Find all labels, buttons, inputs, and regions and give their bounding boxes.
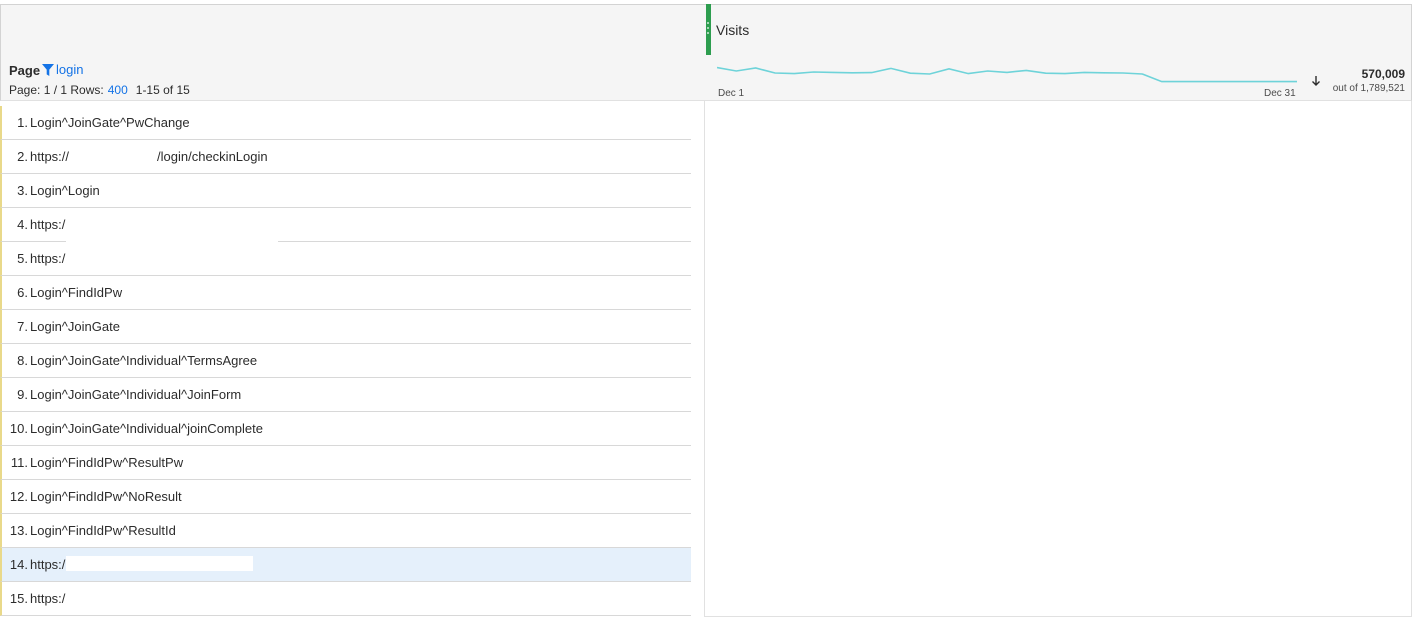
row-label[interactable]: Login^Login: [30, 183, 100, 198]
table-row[interactable]: 2. https:// /login/checkinLogin: [0, 140, 691, 174]
row-label-suffix: /login/checkinLogin: [157, 149, 268, 164]
row-label[interactable]: Login^FindIdPw^NoResult: [30, 489, 182, 504]
row-number: 6.: [17, 285, 28, 300]
table-row[interactable]: 3. Login^Login: [0, 174, 691, 208]
row-label-text: https:/: [30, 557, 66, 572]
table-row[interactable]: 14. https:/: [0, 548, 691, 582]
filter-text[interactable]: login: [56, 62, 83, 77]
row-range: 1-15 of 15: [135, 83, 190, 97]
sparkline-start-label: Dec 1: [718, 88, 745, 99]
metric-title: Visits: [716, 22, 750, 38]
row-label[interactable]: Login^JoinGate^PwChange: [30, 115, 190, 130]
row-label-text: Login^FindIdPw^ResultPw: [30, 455, 184, 470]
sparkline-series: [717, 66, 1297, 83]
metric-header-visits[interactable]: Visits: [705, 4, 1412, 56]
sparkline-end-label: Dec 31: [1264, 88, 1296, 99]
row-label-text: Login^Login: [30, 183, 100, 198]
row-label-text: https:/: [30, 591, 66, 606]
row-label-text: Login^JoinGate^Individual^joinComplete: [30, 421, 263, 436]
row-number: 13.: [9, 523, 28, 538]
row-label[interactable]: https:/: [30, 217, 65, 232]
row-label-text: https://: [30, 149, 70, 164]
row-label-text: Login^JoinGate: [30, 319, 120, 334]
row-label[interactable]: Login^JoinGate^Individual^joinComplete: [30, 421, 263, 436]
row-label-text: Login^JoinGate^Individual^JoinForm: [30, 387, 242, 402]
row-number: 11.: [10, 455, 28, 470]
dimension-filter[interactable]: login: [42, 62, 83, 77]
row-label-text: Login^JoinGate^Individual^TermsAgree: [30, 353, 258, 368]
row-label-text: https:/: [30, 251, 66, 266]
row-number: 4.: [17, 217, 28, 232]
row-number: 9.: [17, 387, 28, 402]
row-label-text: Login^FindIdPw: [30, 285, 123, 300]
row-label-text: https:/: [30, 217, 66, 232]
metric-total-sub: out of 1,789,521: [1332, 83, 1405, 94]
row-number: 10.: [9, 421, 28, 436]
table-row[interactable]: 1. Login^JoinGate^PwChange: [0, 106, 691, 140]
funnel-icon: [42, 63, 54, 76]
table-body: 1. Login^JoinGate^PwChange 2. https:// /logi…: [0, 101, 1412, 617]
row-number: 8.: [17, 353, 28, 368]
dimension-title[interactable]: Page: [9, 63, 40, 78]
metric-column: [704, 101, 1412, 617]
row-number: 2.: [17, 149, 28, 164]
table-row[interactable]: 8. Login^JoinGate^Individual^TermsAgree: [0, 344, 691, 378]
dimension-header: Page login Page: 1 / 1 Rows: 400 1-15 of 1…: [0, 55, 1412, 101]
row-label[interactable]: Login^FindIdPw^ResultId: [30, 523, 176, 538]
row-label[interactable]: https:// /login/checkinLogin: [30, 149, 268, 164]
drag-handle-icon[interactable]: [706, 4, 711, 56]
row-label[interactable]: Login^FindIdPw^ResultPw: [30, 455, 183, 470]
row-list: 1. Login^JoinGate^PwChange 2. https:// /logi…: [0, 106, 691, 616]
row-label[interactable]: https:/: [30, 557, 65, 572]
table-row[interactable]: 9. Login^JoinGate^Individual^JoinForm: [0, 378, 691, 412]
row-label-text: Login^JoinGate^PwChange: [30, 115, 190, 130]
row-number: 12.: [9, 489, 28, 504]
row-label[interactable]: https:/: [30, 591, 65, 606]
rows-label: Rows:: [70, 83, 104, 97]
table-row[interactable]: 4. https:/: [0, 208, 691, 243]
row-label[interactable]: Login^JoinGate^Individual^TermsAgree: [30, 353, 257, 368]
row-label[interactable]: Login^JoinGate^Individual^JoinForm: [30, 387, 241, 402]
rows-per-page-select[interactable]: 400: [108, 83, 128, 97]
pagination: Page: 1 / 1 Rows: 400 1-15 of 15: [9, 83, 190, 97]
table-row[interactable]: 5. https:/: [0, 242, 691, 276]
row-label-text: Login^FindIdPw^ResultId: [30, 523, 176, 538]
row-label[interactable]: Login^FindIdPw: [30, 285, 122, 300]
row-label-text: Login^FindIdPw^NoResult: [30, 489, 182, 504]
pager-label: Page: 1 / 1: [9, 83, 68, 97]
table-row[interactable]: 12. Login^FindIdPw^NoResult: [0, 480, 691, 514]
row-label[interactable]: Login^JoinGate: [30, 319, 120, 334]
table-row[interactable]: 6. Login^FindIdPw: [0, 276, 691, 310]
freeform-table: Visits Page login Page: 1 / 1 Rows: 400 1-…: [0, 4, 1412, 617]
table-row[interactable]: 11. Login^FindIdPw^ResultPw: [0, 446, 691, 480]
row-number: 1.: [17, 115, 28, 130]
row-label[interactable]: https:/: [30, 251, 65, 266]
table-row[interactable]: 10. Login^JoinGate^Individual^joinComplet…: [0, 412, 691, 446]
row-number: 7.: [17, 319, 28, 334]
row-number: 14.: [9, 557, 28, 572]
table-row[interactable]: 13. Login^FindIdPw^ResultId: [0, 514, 691, 548]
visits-sparkline: [717, 66, 1297, 83]
metric-total: 570,009: [1361, 67, 1405, 81]
row-number: 15.: [9, 591, 28, 606]
row-number: 3.: [17, 183, 28, 198]
redacted-area: [66, 556, 253, 571]
table-row[interactable]: 15. https:/: [0, 582, 691, 616]
row-number: 5.: [17, 251, 28, 266]
table-row[interactable]: 7. Login^JoinGate: [0, 310, 691, 344]
sort-descending-icon[interactable]: [1309, 74, 1323, 88]
